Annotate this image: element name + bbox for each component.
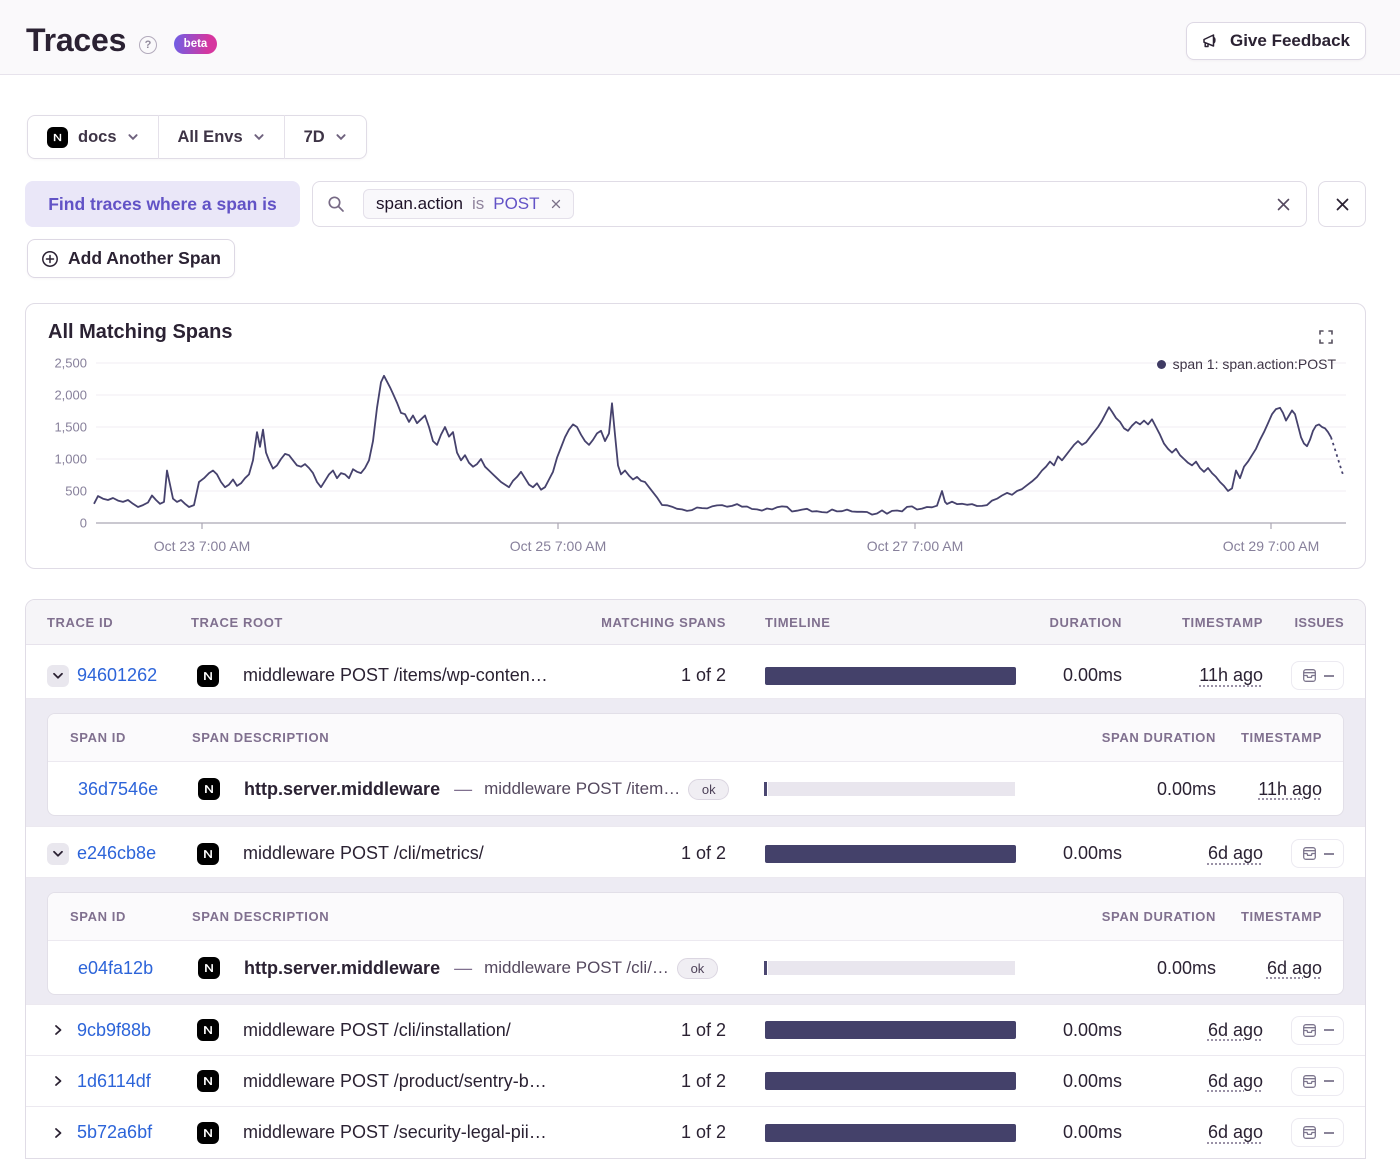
- svg-text:2,000: 2,000: [54, 388, 87, 403]
- svg-text:1,500: 1,500: [54, 420, 87, 435]
- svg-text:Oct 23 7:00 AM: Oct 23 7:00 AM: [154, 538, 251, 554]
- svg-text:Oct 25 7:00 AM: Oct 25 7:00 AM: [510, 538, 607, 554]
- svg-text:Oct 29 7:00 AM: Oct 29 7:00 AM: [1223, 538, 1320, 554]
- svg-text:2,500: 2,500: [54, 356, 87, 371]
- svg-text:500: 500: [65, 484, 87, 499]
- svg-text:0: 0: [80, 516, 87, 531]
- svg-text:1,000: 1,000: [54, 452, 87, 467]
- svg-text:Oct 27 7:00 AM: Oct 27 7:00 AM: [867, 538, 964, 554]
